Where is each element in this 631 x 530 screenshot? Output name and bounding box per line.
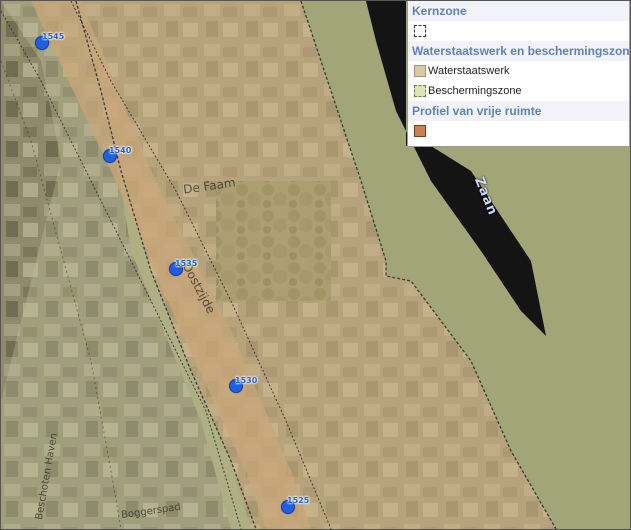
legend-item-label: Beschermingszone (428, 85, 522, 97)
legend-section-title: Waterstaatswerk en beschermingszone (408, 41, 629, 61)
light-green-square-icon (414, 85, 426, 97)
brown-square-icon (414, 125, 426, 137)
map-legend: Kernzone Waterstaatswerk en beschermings… (407, 1, 629, 147)
legend-item-waterstaatswerk: Waterstaatswerk (408, 61, 629, 81)
legend-section-title: Kernzone (408, 1, 629, 21)
dike-marker-label: 1535 (175, 259, 198, 268)
dashed-square-icon (414, 25, 426, 37)
legend-item-kernzone (408, 21, 629, 41)
map-view[interactable]: De Faam Oostzijde Beschoten Haven Bogger… (0, 0, 631, 530)
legend-item-label: Waterstaatswerk (428, 65, 510, 77)
dike-marker-label: 1540 (109, 146, 132, 155)
legend-item-beschermingszone: Beschermingszone (408, 81, 629, 101)
dike-marker-label: 1545 (42, 32, 65, 41)
dike-marker-label: 1530 (235, 376, 258, 385)
legend-item-profiel (408, 121, 629, 141)
legend-section-title: Profiel van vrije ruimte (408, 101, 629, 121)
beige-square-icon (414, 65, 426, 77)
dike-marker-label: 1525 (287, 496, 310, 505)
